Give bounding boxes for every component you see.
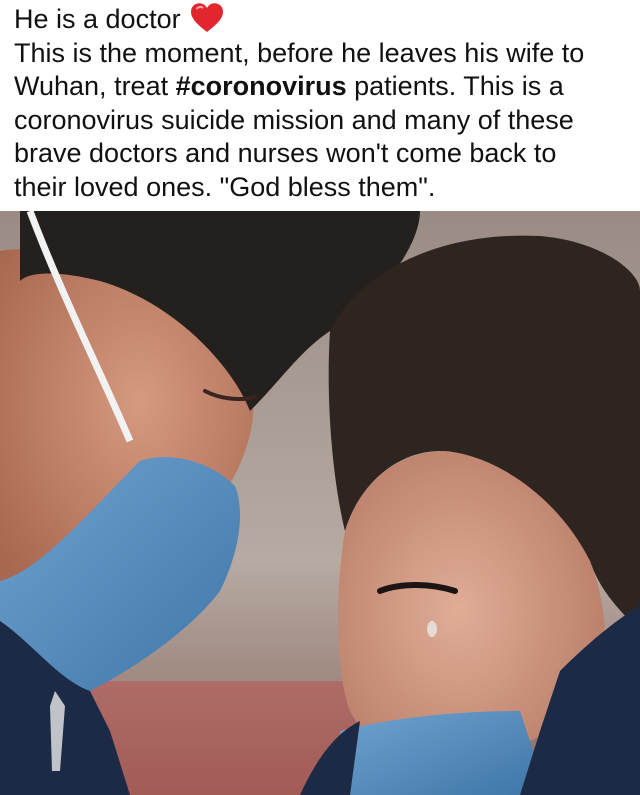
caption-line-3-suffix: patients. This is a bbox=[346, 71, 564, 102]
post-caption: He is a doctor This is the moment, befor… bbox=[0, 0, 640, 211]
tear-drop bbox=[427, 621, 437, 637]
caption-line-4: coronovirus suicide mission and many of … bbox=[14, 104, 574, 135]
caption-line-6: their loved ones. "God bless them". bbox=[14, 171, 436, 202]
caption-line-5: brave doctors and nurses won't come back… bbox=[14, 138, 557, 169]
meme-post: He is a doctor This is the moment, befor… bbox=[0, 0, 640, 795]
red-heart-icon bbox=[191, 3, 224, 32]
caption-line-1: He is a doctor bbox=[14, 2, 630, 37]
caption-line-2: This is the moment, before he leaves his… bbox=[14, 37, 585, 68]
hashtag-coronovirus[interactable]: #coronovirus bbox=[176, 71, 347, 101]
photo-illustration bbox=[0, 211, 640, 795]
post-photo bbox=[0, 211, 640, 795]
caption-first-line: He is a doctor bbox=[14, 4, 181, 34]
caption-line-3-prefix: Wuhan, treat bbox=[14, 71, 176, 102]
caption-line-3: Wuhan, treat #coronovirus patients. This… bbox=[14, 70, 630, 104]
